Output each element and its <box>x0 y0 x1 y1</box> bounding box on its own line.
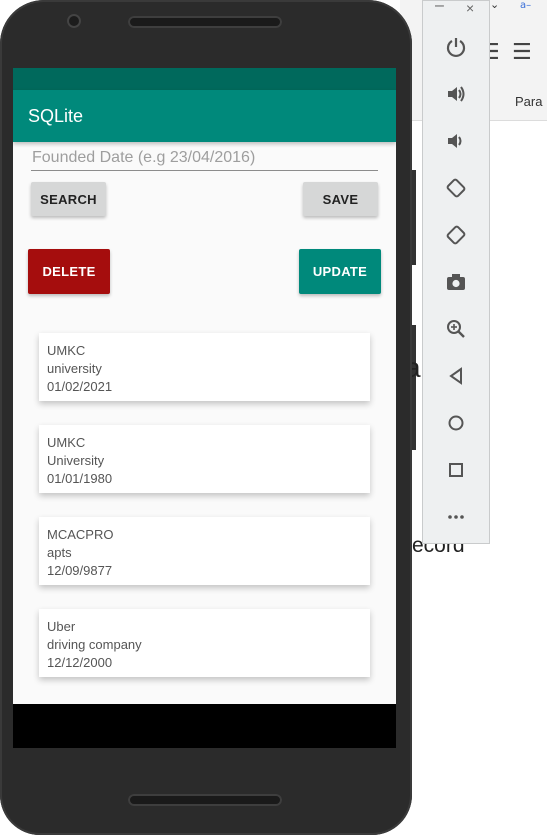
volume-down-icon[interactable] <box>423 126 489 156</box>
home-icon[interactable] <box>423 408 489 438</box>
search-button[interactable]: SEARCH <box>31 182 106 216</box>
record-date: 12/09/9877 <box>47 563 113 578</box>
rotate-right-icon[interactable] <box>423 220 489 250</box>
camera-icon[interactable] <box>423 267 489 297</box>
minimize-icon[interactable]: – <box>435 0 444 15</box>
ribbon-text-style-icon[interactable]: a– <box>520 0 531 11</box>
navigation-bar <box>13 704 396 748</box>
founded-date-input[interactable] <box>31 144 378 171</box>
record-date: 01/01/1980 <box>47 471 113 486</box>
status-bar <box>13 68 396 90</box>
record-name: Uber <box>47 619 76 634</box>
record-type: university <box>47 361 102 376</box>
bottom-speaker <box>128 794 282 806</box>
power-icon[interactable] <box>423 32 489 62</box>
record-card[interactable]: MCACPRO apts 12/09/9877 <box>39 517 370 585</box>
record-name: UMKC <box>47 343 86 358</box>
record-card[interactable]: Uber driving company 12/12/2000 <box>39 609 370 677</box>
record-name: MCACPRO <box>47 527 114 542</box>
rotate-left-icon[interactable] <box>423 173 489 203</box>
record-type: apts <box>47 545 72 560</box>
save-button[interactable]: SAVE <box>303 182 378 216</box>
justify-icon[interactable]: ☰ <box>512 40 532 65</box>
zoom-icon[interactable] <box>423 314 489 344</box>
app-title: SQLite <box>28 106 84 126</box>
record-type: University <box>47 453 105 468</box>
close-icon[interactable]: × <box>466 0 474 16</box>
record-card[interactable]: UMKC University 01/01/1980 <box>39 425 370 493</box>
phone-screen: SQLite SEARCH SAVE DELETE UPDATE UMKC un… <box>13 68 396 748</box>
record-name: UMKC <box>47 435 86 450</box>
record-date: 12/12/2000 <box>47 655 113 670</box>
phone-frame: SQLite SEARCH SAVE DELETE UPDATE UMKC un… <box>0 0 412 835</box>
record-card[interactable]: UMKC university 01/02/2021 <box>39 333 370 401</box>
delete-button[interactable]: DELETE <box>28 249 110 294</box>
camera-icon <box>67 14 81 28</box>
emulator-toolbar: – × <box>422 0 490 544</box>
back-icon[interactable] <box>423 361 489 391</box>
app-bar: SQLite <box>13 90 396 142</box>
more-icon[interactable] <box>423 502 489 532</box>
update-button[interactable]: UPDATE <box>299 249 381 294</box>
record-type: driving company <box>47 637 142 652</box>
overview-icon[interactable] <box>423 455 489 485</box>
ribbon-chevron-icon[interactable]: ⌄ <box>490 0 499 11</box>
ribbon-group-label: Para <box>515 94 543 109</box>
record-date: 01/02/2021 <box>47 379 113 394</box>
top-speaker <box>128 16 282 28</box>
volume-up-icon[interactable] <box>423 79 489 109</box>
